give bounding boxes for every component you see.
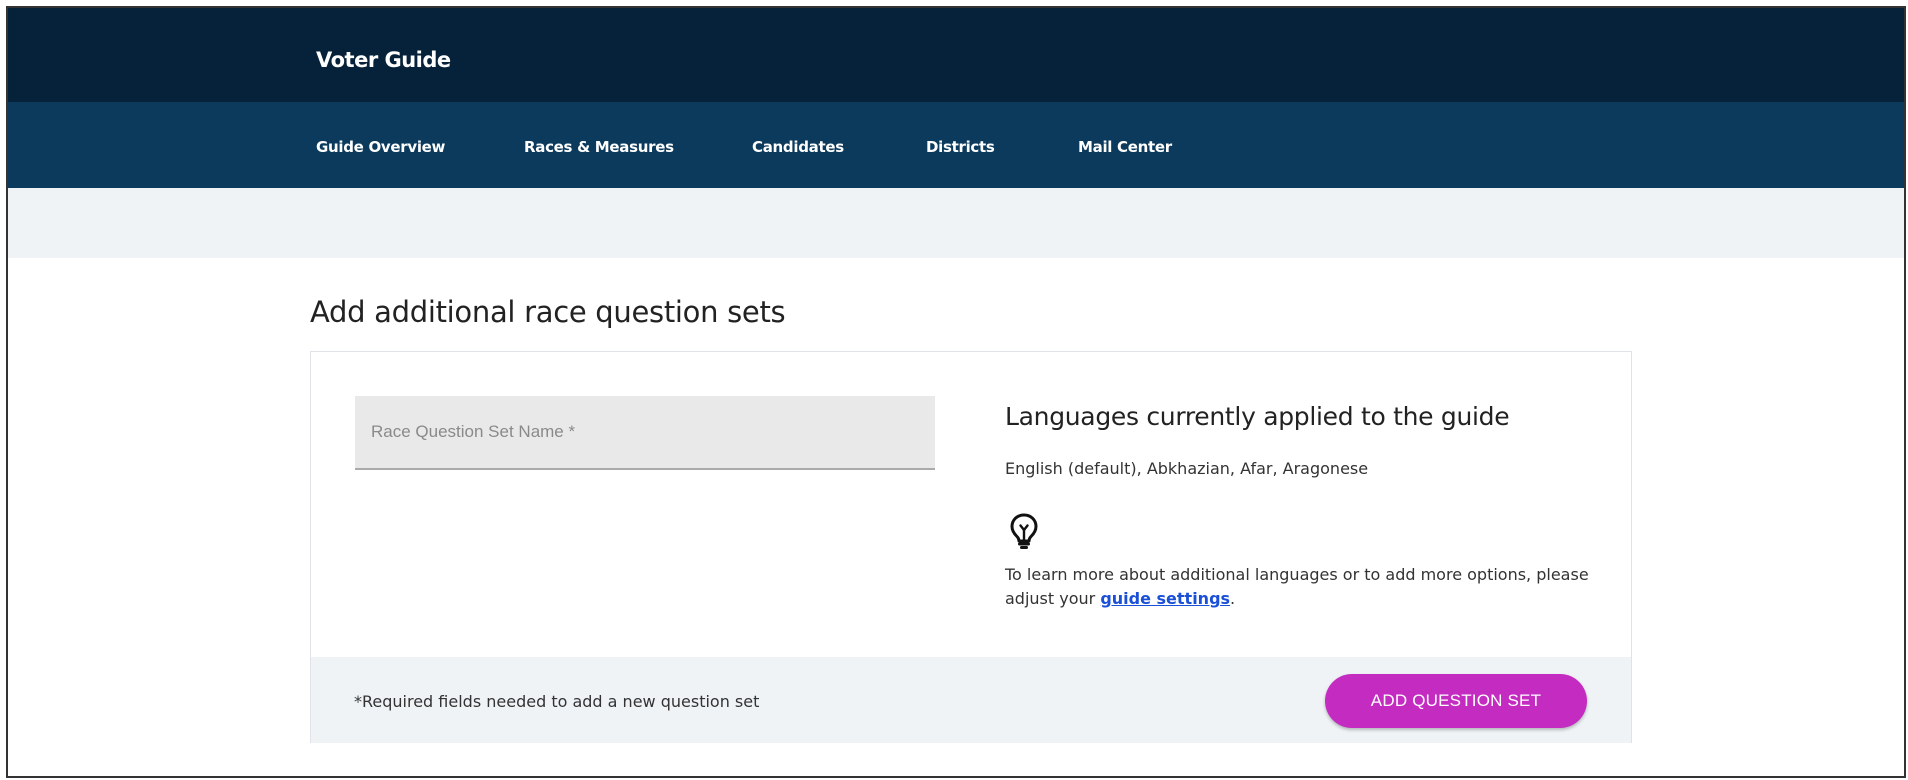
sub-header-band — [8, 188, 1904, 258]
top-header: Voter Guide — [8, 8, 1904, 102]
app-frame: Voter Guide Guide Overview Races & Measu… — [6, 6, 1906, 778]
tip-suffix: . — [1230, 589, 1236, 608]
page-title: Add additional race question sets — [310, 295, 786, 329]
question-set-card: Languages currently applied to the guide… — [310, 351, 1632, 743]
nav-guide-overview[interactable]: Guide Overview — [316, 138, 445, 156]
languages-heading: Languages currently applied to the guide — [1005, 402, 1510, 431]
nav-races-measures[interactable]: Races & Measures — [524, 138, 674, 156]
card-footer: *Required fields needed to add a new que… — [311, 657, 1631, 743]
lightbulb-icon — [1010, 513, 1038, 549]
guide-settings-link[interactable]: guide settings — [1100, 589, 1230, 608]
nav-candidates[interactable]: Candidates — [752, 138, 844, 156]
languages-list: English (default), Abkhazian, Afar, Arag… — [1005, 459, 1369, 478]
nav-mail-center[interactable]: Mail Center — [1078, 138, 1172, 156]
tip-text: To learn more about additional languages… — [1005, 565, 1589, 608]
app-brand[interactable]: Voter Guide — [316, 48, 451, 72]
add-question-set-button[interactable]: ADD QUESTION SET — [1325, 674, 1587, 728]
required-fields-note: *Required fields needed to add a new que… — [354, 692, 760, 711]
nav-districts[interactable]: Districts — [926, 138, 995, 156]
race-question-set-name-input[interactable] — [355, 396, 935, 470]
main-nav: Guide Overview Races & Measures Candidat… — [8, 102, 1904, 188]
languages-tip: To learn more about additional languages… — [1005, 563, 1605, 611]
